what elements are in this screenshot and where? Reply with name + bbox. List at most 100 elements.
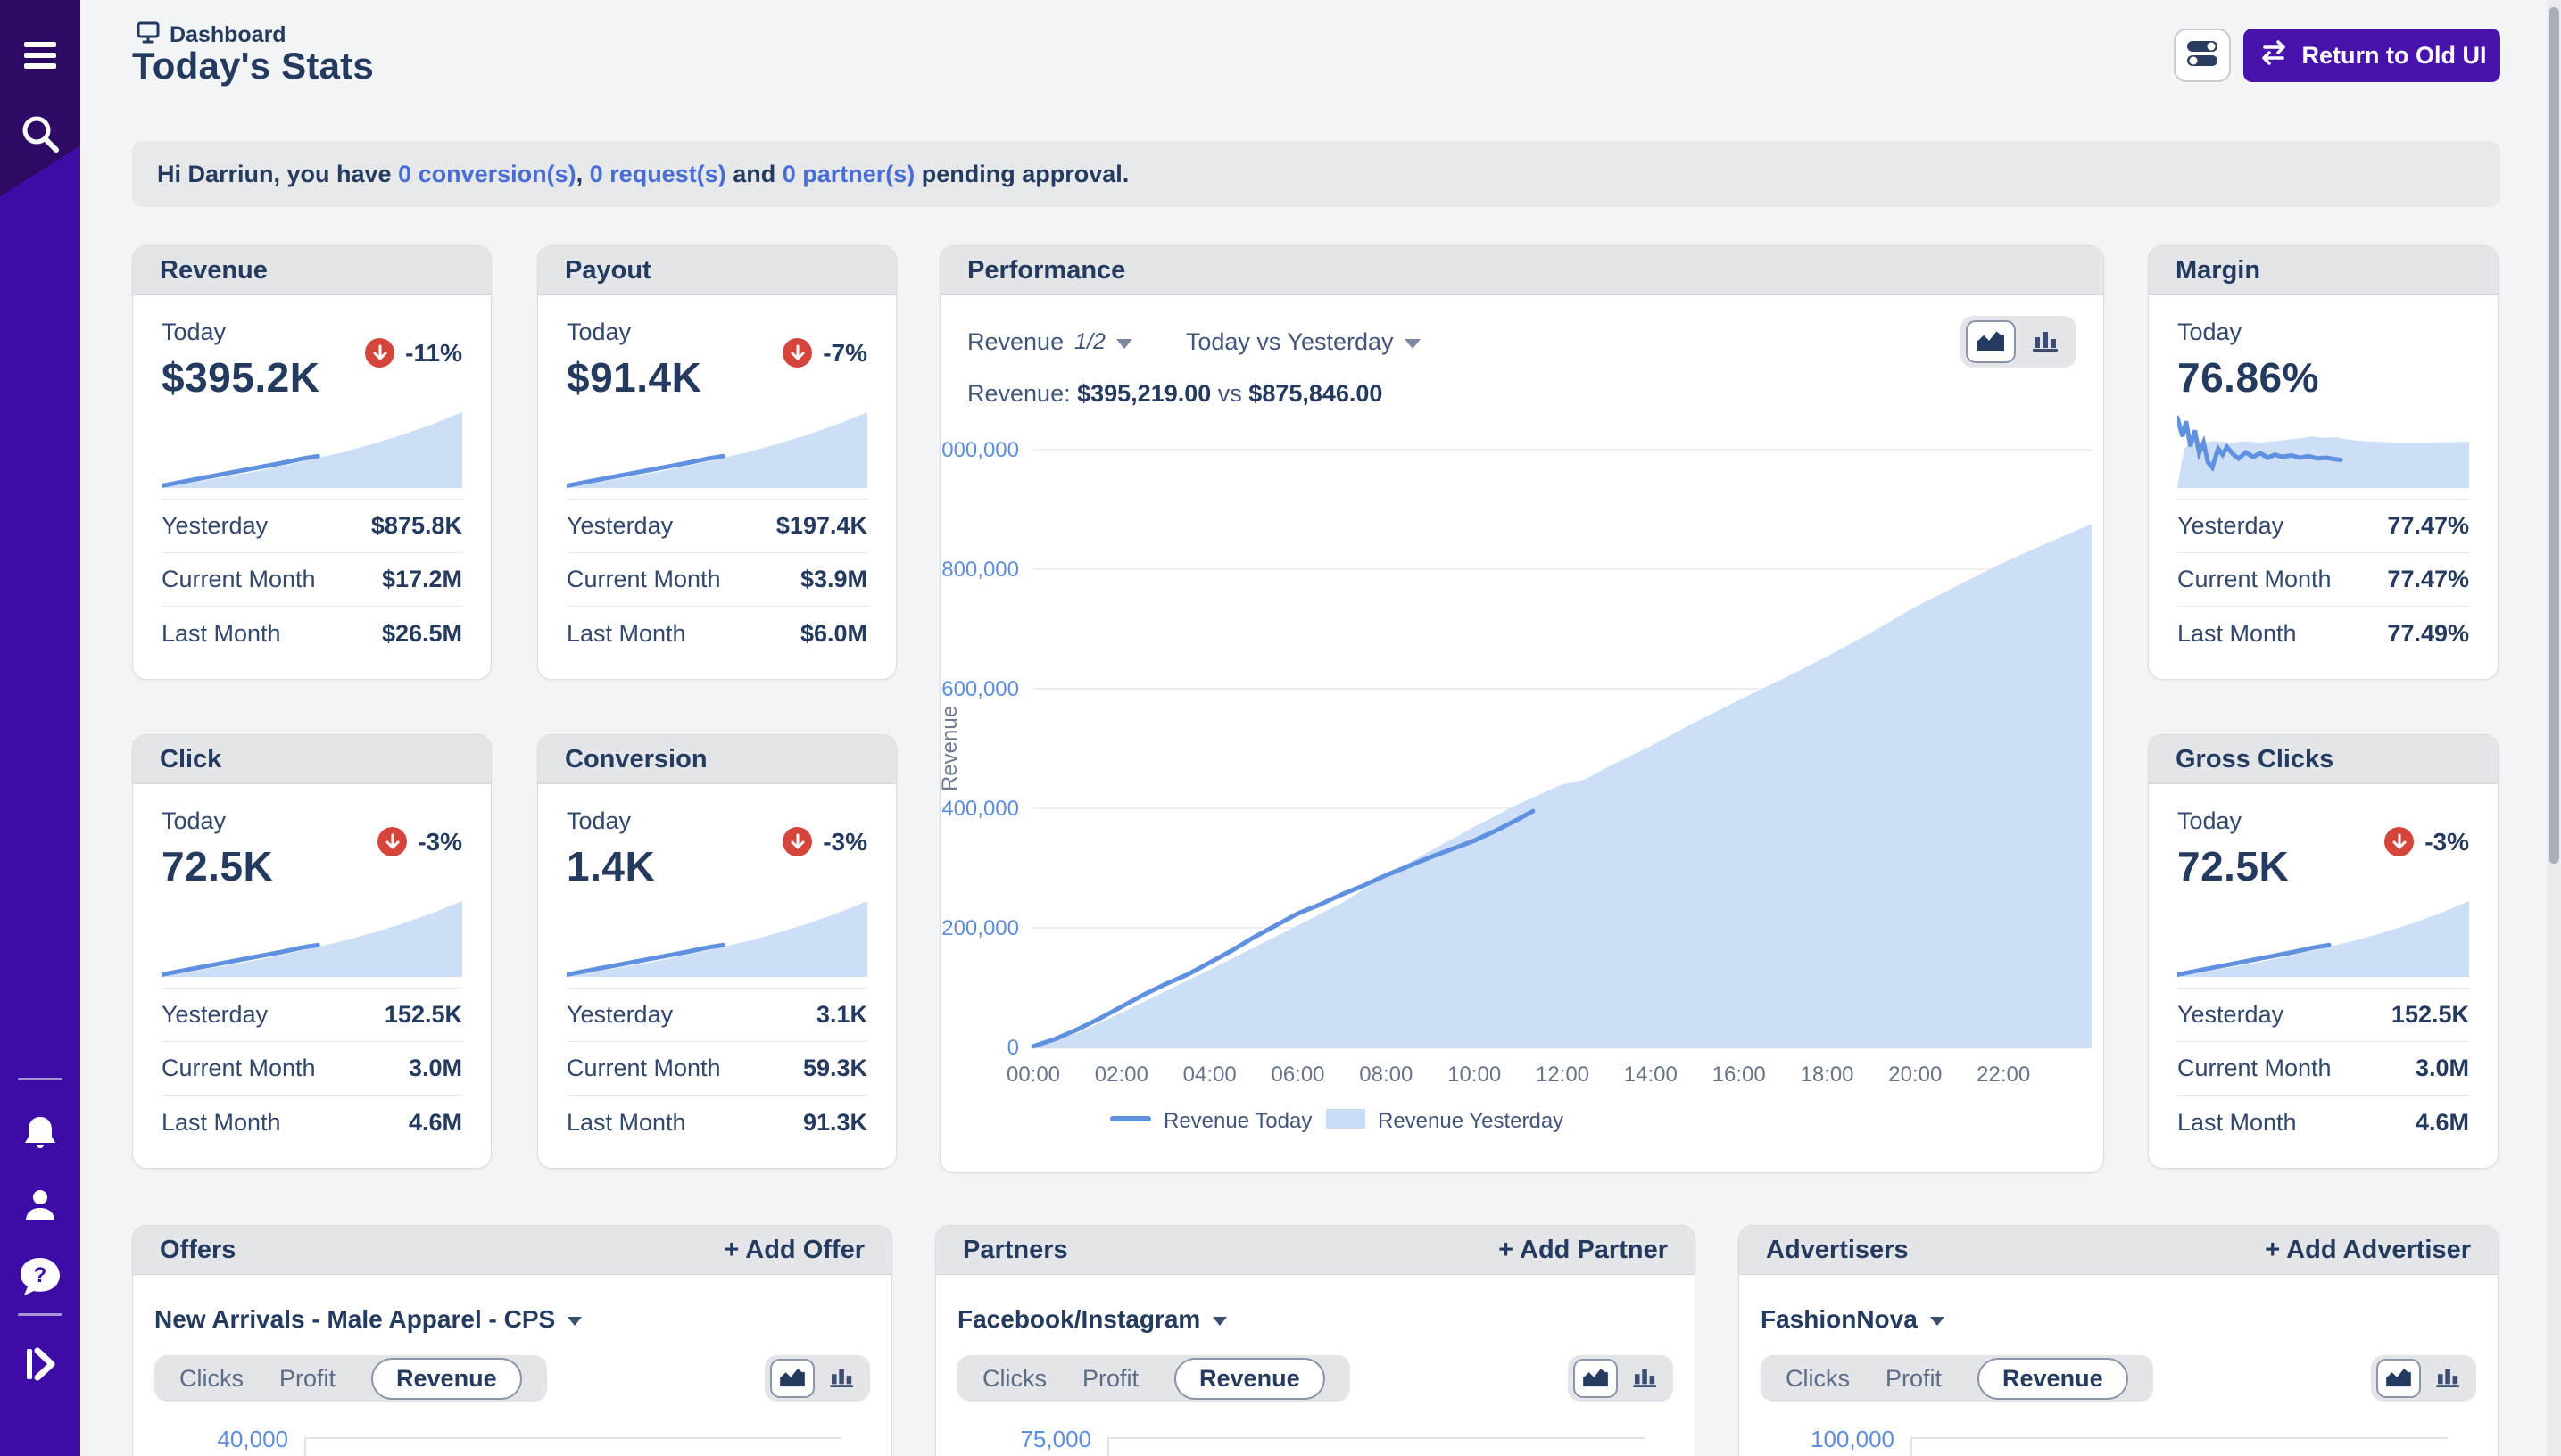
advertiser-select-dropdown[interactable]: FashionNova <box>1761 1305 2476 1334</box>
search-icon[interactable] <box>0 111 80 157</box>
gross-clicks-card: Gross Clicks Today 72.5K -3% Yesterday15… <box>2148 734 2499 1169</box>
tab-clicks[interactable]: Clicks <box>982 1365 1047 1393</box>
stat-row: Last Month$6.0M <box>567 607 867 660</box>
tab-clicks[interactable]: Clicks <box>179 1365 244 1393</box>
stat-row: Last Month$26.5M <box>162 607 462 660</box>
y-axis-tick: 75,000 <box>957 1426 1107 1456</box>
partners-pending-link[interactable]: 0 partner(s) <box>783 161 916 187</box>
tab-clicks[interactable]: Clicks <box>1786 1365 1850 1393</box>
line-chart-icon <box>2385 1366 2412 1392</box>
conversion-card: Conversion Today 1.4K -3% Yesterday3.1K … <box>537 734 897 1169</box>
add-advertiser-button[interactable]: + Add Advertiser <box>2265 1236 2471 1265</box>
tab-profit[interactable]: Profit <box>279 1365 336 1393</box>
svg-text:800,000: 800,000 <box>941 558 1019 582</box>
stat-rows: Yesterday$875.8K Current Month$17.2M Las… <box>162 499 462 660</box>
svg-text:20:00: 20:00 <box>1888 1063 1942 1087</box>
return-to-old-ui-button[interactable]: Return to Old UI <box>2243 29 2500 82</box>
scrollbar-thumb[interactable] <box>2549 7 2559 864</box>
y-axis-tick: 100,000 <box>1761 1426 1910 1456</box>
svg-text:18:00: 18:00 <box>1800 1063 1853 1087</box>
tab-revenue[interactable]: Revenue <box>1174 1358 1325 1400</box>
bar-chart-toggle-button[interactable] <box>820 1359 865 1398</box>
change-badge: -7% <box>783 338 867 368</box>
tab-profit[interactable]: Profit <box>1886 1365 1942 1393</box>
bell-icon[interactable] <box>0 1113 80 1154</box>
svg-text:14:00: 14:00 <box>1624 1063 1678 1087</box>
bar-chart-toggle-button[interactable] <box>2426 1359 2471 1398</box>
user-icon[interactable] <box>0 1185 80 1226</box>
expand-sidebar-icon[interactable] <box>0 1344 80 1385</box>
bar-chart-toggle-button[interactable] <box>2021 320 2071 363</box>
partner-select-dropdown[interactable]: Facebook/Instagram <box>957 1305 1673 1334</box>
today-label: Today <box>162 807 273 835</box>
sidebar-divider <box>18 1313 62 1316</box>
line-chart-icon <box>1977 328 2005 356</box>
today-value: $395.2K <box>162 353 319 401</box>
menu-icon[interactable] <box>0 39 80 71</box>
stat-row: Last Month4.6M <box>2177 1096 2469 1149</box>
chevron-down-icon <box>1116 339 1132 349</box>
svg-text:12:00: 12:00 <box>1536 1063 1589 1087</box>
add-offer-button[interactable]: + Add Offer <box>724 1236 865 1265</box>
bar-chart-icon <box>2033 328 2060 356</box>
today-value: $91.4K <box>567 353 701 401</box>
line-chart-toggle-button[interactable] <box>1573 1359 1618 1398</box>
scrollbar-track[interactable] <box>2547 0 2561 1456</box>
card-title: Conversion <box>538 735 896 784</box>
svg-text:Revenue Today: Revenue Today <box>1164 1109 1312 1133</box>
line-chart-toggle-button[interactable] <box>2376 1359 2421 1398</box>
svg-text:00:00: 00:00 <box>1007 1063 1060 1087</box>
change-badge: -3% <box>783 827 867 856</box>
stat-row: Current Month59.3K <box>567 1042 867 1096</box>
metric-tabs: Clicks Profit Revenue <box>957 1355 1350 1402</box>
chart-type-toggle <box>1568 1355 1673 1402</box>
ui-toggle-button[interactable] <box>2174 29 2231 82</box>
stat-row: Current Month$3.9M <box>567 553 867 607</box>
metric-page-indicator: 1/2 <box>1074 329 1106 355</box>
sparkline <box>2177 412 2469 488</box>
revenue-card: Revenue Today $395.2K -11% Yesterday$875… <box>132 245 492 680</box>
chart-type-toggle <box>2371 1355 2476 1402</box>
svg-text:Revenue Yesterday: Revenue Yesterday <box>1378 1109 1563 1133</box>
stat-row: Yesterday3.1K <box>567 989 867 1042</box>
svg-text:Revenue: Revenue <box>941 706 962 791</box>
svg-text:0: 0 <box>1007 1036 1019 1060</box>
svg-text:?: ? <box>34 1263 47 1287</box>
section-title: Offers <box>160 1236 236 1265</box>
requests-pending-link[interactable]: 0 request(s) <box>590 161 726 187</box>
stat-row: Yesterday$197.4K <box>567 500 867 553</box>
offer-select-dropdown[interactable]: New Arrivals - Male Apparel - CPS <box>154 1305 870 1334</box>
svg-text:400,000: 400,000 <box>941 797 1019 821</box>
card-title: Gross Clicks <box>2149 735 2498 784</box>
conversions-pending-link[interactable]: 0 conversion(s) <box>398 161 576 187</box>
greeting-banner: Hi Darriun, you have 0 conversion(s), 0 … <box>132 141 2500 207</box>
partners-chart: 75,000 <box>957 1437 1673 1456</box>
chevron-down-icon <box>1213 1317 1227 1326</box>
sparkline <box>567 412 867 488</box>
metric-dropdown[interactable]: Revenue 1/2 <box>967 328 1132 356</box>
today-label: Today <box>162 318 319 346</box>
stat-row: Current Month3.0M <box>2177 1042 2469 1096</box>
sparkline <box>2177 901 2469 977</box>
card-title: Payout <box>538 246 896 295</box>
tab-revenue[interactable]: Revenue <box>1977 1358 2128 1400</box>
line-chart-toggle-button[interactable] <box>770 1359 815 1398</box>
svg-text:02:00: 02:00 <box>1095 1063 1148 1087</box>
section-title: Advertisers <box>1766 1236 1909 1265</box>
sparkline <box>162 412 462 488</box>
bar-chart-toggle-button[interactable] <box>1623 1359 1668 1398</box>
today-value: 76.86% <box>2177 353 2319 401</box>
help-icon[interactable]: ? <box>0 1256 80 1297</box>
down-arrow-icon <box>377 827 407 856</box>
tab-revenue[interactable]: Revenue <box>371 1358 522 1400</box>
stat-rows: Yesterday$197.4K Current Month$3.9M Last… <box>567 499 867 660</box>
today-value: 72.5K <box>2177 842 2289 890</box>
tab-profit[interactable]: Profit <box>1082 1365 1139 1393</box>
y-axis-tick: 40,000 <box>154 1426 304 1456</box>
metric-tabs: Clicks Profit Revenue <box>1761 1355 2153 1402</box>
compare-dropdown[interactable]: Today vs Yesterday <box>1186 328 1421 356</box>
add-partner-button[interactable]: + Add Partner <box>1498 1236 1668 1265</box>
stat-row: Yesterday152.5K <box>162 989 462 1042</box>
offers-chart: 40,000 <box>154 1437 870 1456</box>
line-chart-toggle-button[interactable] <box>1966 320 2016 363</box>
